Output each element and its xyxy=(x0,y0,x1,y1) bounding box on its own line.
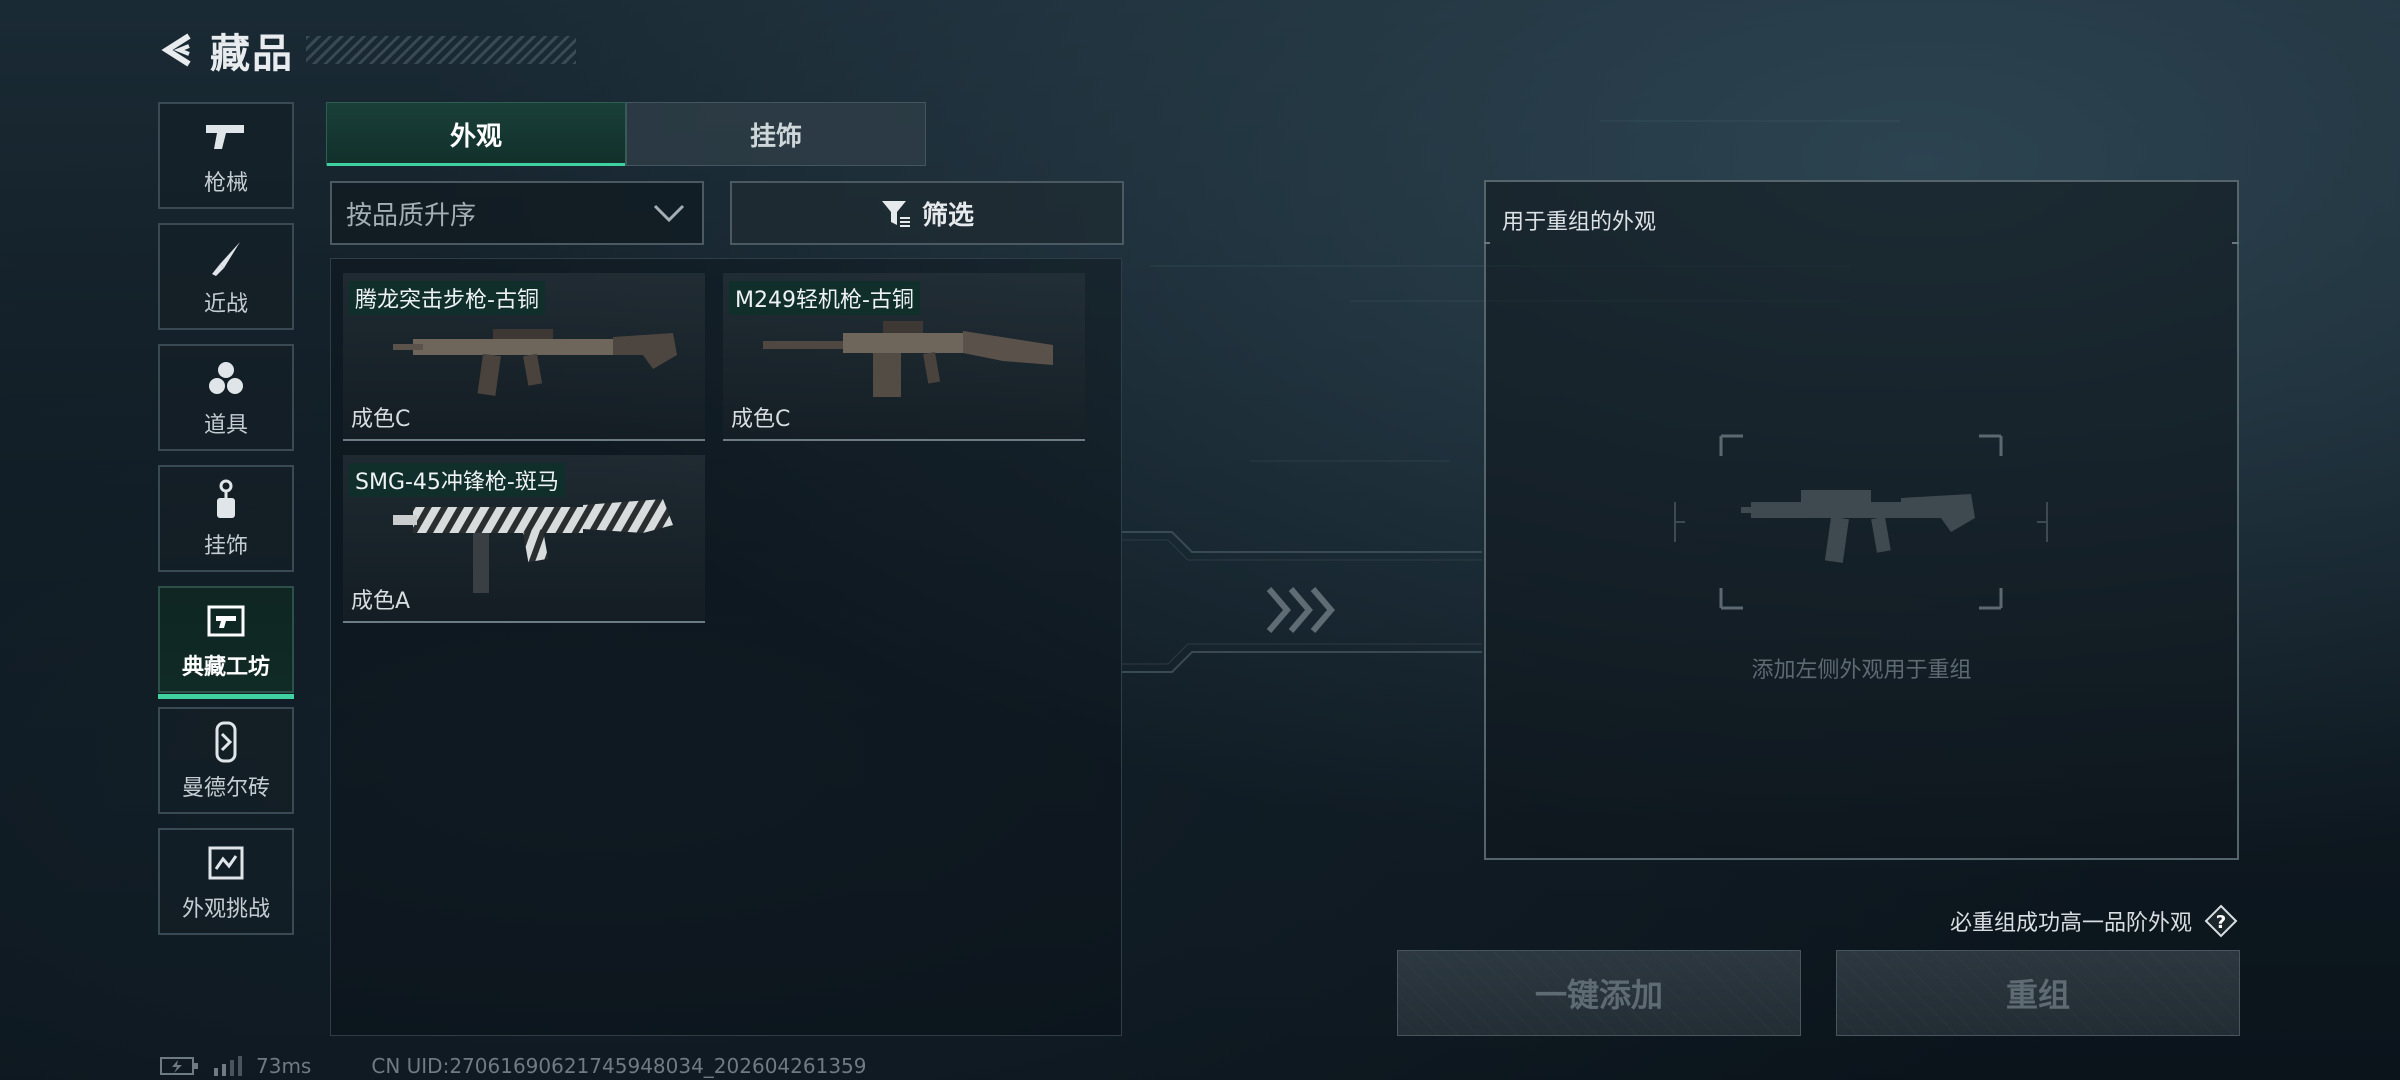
header: 藏品 xyxy=(158,22,576,78)
recombine-panel: 用于重组的外观 添加左侧外观用于重组 xyxy=(1484,180,2239,860)
sidebar-item-guns[interactable]: 枪械 xyxy=(158,102,294,209)
list-item[interactable]: 腾龙突击步枪-古铜 成色C xyxy=(343,273,705,441)
tab-skins[interactable]: 外观 xyxy=(326,102,626,166)
filter-label: 筛选 xyxy=(921,200,974,231)
forward-arrows-icon xyxy=(1266,587,1335,633)
filter-icon xyxy=(880,198,912,228)
item-grade: 成色C xyxy=(731,407,791,432)
knife-icon xyxy=(204,236,248,280)
tab-bar: 外观 挂饰 xyxy=(326,102,926,166)
back-button[interactable] xyxy=(158,29,200,71)
sidebar-item-label: 曼德尔砖 xyxy=(181,775,270,801)
status-bar: 73ms CN UID:27061690621745948034_2026042… xyxy=(160,1054,867,1078)
item-grade: 成色C xyxy=(351,407,411,432)
list-item[interactable]: M249轻机枪-古铜 成色C xyxy=(723,273,1085,441)
sidebar-item-label: 外观挑战 xyxy=(181,896,270,922)
sidebar: 枪械 近战 道具 挂饰 典藏工坊 曼德尔砖 外观挑战 xyxy=(158,102,296,949)
item-name: SMG-45冲锋枪-斑马 xyxy=(349,463,565,497)
list-item[interactable]: SMG-45冲锋枪-斑马 成色A xyxy=(343,455,705,623)
title-decoration xyxy=(306,36,576,64)
help-button[interactable]: ? xyxy=(2204,904,2238,938)
machine-gun-image xyxy=(763,321,1053,397)
gun-icon xyxy=(204,115,248,159)
add-all-button[interactable]: 一键添加 xyxy=(1397,950,1801,1036)
skin-list: 腾龙突击步枪-古铜 成色C M249轻机枪-古铜 成色C SMG-45冲锋枪-斑… xyxy=(330,258,1122,1036)
sidebar-item-label: 枪械 xyxy=(203,170,248,196)
chevron-down-icon xyxy=(652,200,686,233)
sidebar-item-label: 近战 xyxy=(203,291,248,317)
challenge-icon xyxy=(204,841,248,885)
charm-icon xyxy=(204,478,248,522)
tab-charms[interactable]: 挂饰 xyxy=(626,102,926,166)
item-name: M249轻机枪-古铜 xyxy=(729,281,920,315)
sidebar-item-melee[interactable]: 近战 xyxy=(158,223,294,330)
filter-button[interactable]: 筛选 xyxy=(730,181,1124,245)
recombine-label: 重组 xyxy=(2005,976,2070,1014)
sidebar-item-label: 挂饰 xyxy=(203,533,248,559)
page-title: 藏品 xyxy=(210,31,294,77)
sidebar-item-items[interactable]: 道具 xyxy=(158,344,294,451)
signal-icon xyxy=(214,1056,242,1076)
help-icon: ? xyxy=(2204,904,2238,938)
item-name: 腾龙突击步枪-古铜 xyxy=(349,281,545,315)
rifle-image xyxy=(393,329,677,396)
sort-dropdown[interactable]: 按品质升序 xyxy=(330,181,704,245)
sidebar-item-challenges[interactable]: 外观挑战 xyxy=(158,828,294,935)
help-icon-glyph: ? xyxy=(2216,912,2226,933)
battery-icon xyxy=(160,1057,198,1075)
panel-frame xyxy=(1484,242,2239,244)
sort-value: 按品质升序 xyxy=(346,200,477,231)
recombine-button[interactable]: 重组 xyxy=(1836,950,2240,1036)
grenade-icon xyxy=(204,357,248,401)
workshop-icon xyxy=(204,599,248,643)
sidebar-item-label: 道具 xyxy=(203,412,248,438)
sidebar-item-mandel-brick[interactable]: 曼德尔砖 xyxy=(158,707,294,814)
brick-icon xyxy=(204,720,248,764)
item-grade: 成色A xyxy=(351,589,411,614)
recombine-slot[interactable] xyxy=(1671,432,2051,612)
recombine-panel-title: 用于重组的外观 xyxy=(1502,210,1657,235)
add-all-label: 一键添加 xyxy=(1534,976,1663,1014)
recombine-guarantee-hint: 必重组成功高一品阶外观 ? xyxy=(1950,904,2238,938)
rifle-silhouette-icon xyxy=(1741,490,1975,563)
hint-text: 必重组成功高一品阶外观 xyxy=(1949,911,2192,936)
sidebar-item-charms[interactable]: 挂饰 xyxy=(158,465,294,572)
recombine-placeholder-hint: 添加左侧外观用于重组 xyxy=(1751,658,1972,683)
sidebar-item-workshop[interactable]: 典藏工坊 xyxy=(158,586,294,699)
back-arrow-icon xyxy=(161,33,191,67)
smg-image xyxy=(393,499,673,593)
sidebar-item-label: 典藏工坊 xyxy=(181,654,270,680)
ping-text: 73ms xyxy=(256,1054,312,1078)
uid-text: CN UID:27061690621745948034_202604261359 xyxy=(371,1054,867,1078)
